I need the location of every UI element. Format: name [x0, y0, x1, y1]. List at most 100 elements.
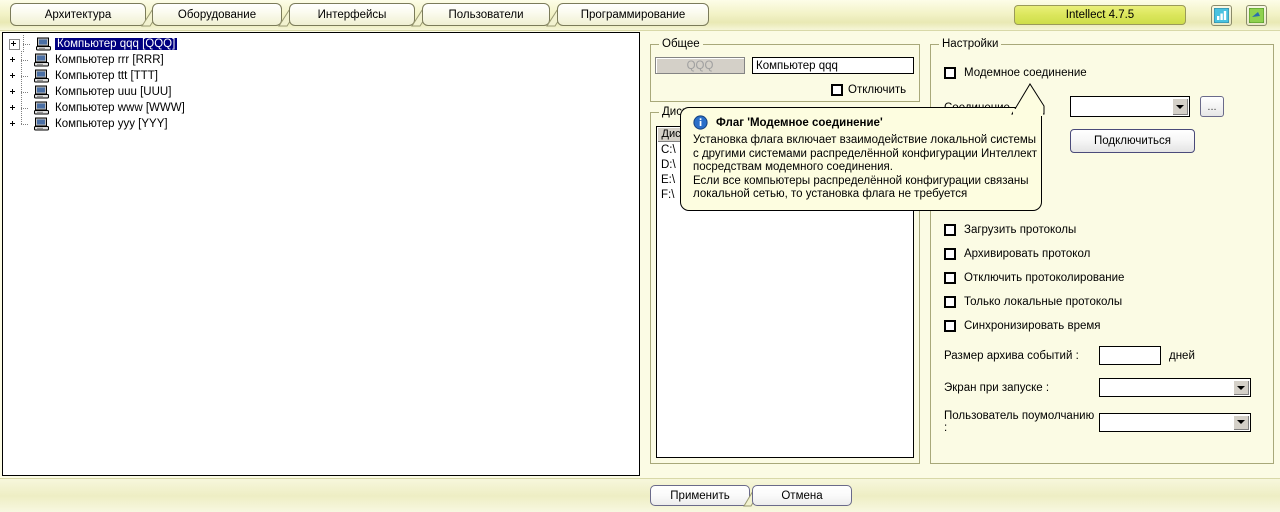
archive-size-input[interactable]	[1099, 346, 1161, 365]
tree-item-computer-uuu[interactable]: Компьютер uuu [UUU]	[3, 83, 639, 100]
computer-name-input[interactable]: Компьютер qqq	[752, 57, 914, 74]
tab-bar: Архитектура Оборудование Интерфейсы Поль…	[0, 0, 1280, 31]
chevron-down-icon[interactable]	[1172, 98, 1188, 115]
local-protocols-only-checkbox[interactable]: Только локальные протоколы	[944, 290, 1124, 314]
disable-logging-checkbox[interactable]: Отключить протоколирование	[944, 266, 1124, 290]
tab-label: Интерфейсы	[317, 8, 387, 21]
browse-button-label: ...	[1207, 100, 1217, 113]
checkbox-box[interactable]	[944, 320, 956, 332]
expand-placeholder	[9, 120, 18, 129]
tree-connector	[21, 83, 34, 100]
tooltip-line: посредствам модемного соединения.	[693, 161, 893, 173]
connect-button-label: Подключиться	[1093, 135, 1171, 147]
tree-item-computer-rrr[interactable]: Компьютер rrr [RRR]	[3, 51, 639, 68]
archive-size-row: Размер архива событий : дней	[944, 346, 1274, 365]
chevron-down-icon[interactable]	[1233, 414, 1249, 430]
computer-icon	[34, 101, 49, 115]
checkbox-box[interactable]	[944, 67, 956, 79]
checkbox-label: Загрузить протоколы	[964, 224, 1077, 236]
tab-programming[interactable]: Программирование	[557, 3, 709, 26]
tooltip-header: Флаг 'Модемное соединение'	[693, 115, 1031, 130]
tooltip-pointer	[1011, 83, 1045, 116]
computer-icon	[34, 69, 49, 83]
chart-icon	[1214, 8, 1229, 23]
tab-label: Оборудование	[177, 8, 257, 21]
footer-bar: Применить Отмена	[0, 478, 1280, 512]
tooltip-line: Если все компьютеры распределённой конфи…	[693, 174, 1029, 187]
tab-architecture[interactable]: Архитектура	[10, 3, 146, 26]
tree-connector	[21, 115, 34, 132]
sync-time-checkbox[interactable]: Синхронизировать время	[944, 314, 1124, 338]
startup-screen-combo[interactable]	[1099, 378, 1251, 397]
checkbox-label: Только локальные протоколы	[964, 296, 1123, 308]
computer-id-value: QQQ	[686, 59, 714, 72]
tree-item-label: Компьютер yyy [YYY]	[55, 118, 168, 130]
check-arrow-icon	[1249, 8, 1264, 23]
modem-connection-checkbox[interactable]: Модемное соединение	[944, 67, 1087, 79]
browse-button[interactable]: ...	[1200, 96, 1224, 117]
computer-icon	[34, 117, 49, 131]
tree-item-computer-www[interactable]: Компьютер www [WWW]	[3, 99, 639, 116]
checkbox-box[interactable]	[944, 296, 956, 308]
chart-icon-button[interactable]	[1211, 5, 1232, 26]
apply-button-label: Применить	[670, 489, 730, 502]
expand-placeholder	[9, 88, 18, 97]
general-group-title: Общее	[659, 38, 703, 50]
tree-item-label: Компьютер www [WWW]	[55, 102, 185, 114]
computer-name-value: Компьютер qqq	[756, 59, 838, 72]
tree-item-label: Компьютер qqq [QQQ]	[55, 38, 178, 50]
disable-checkbox-label: Отключить	[848, 84, 907, 96]
disable-checkbox[interactable]: Отключить	[831, 84, 906, 96]
tab-equipment[interactable]: Оборудование	[152, 3, 282, 26]
checkbox-box[interactable]	[944, 248, 956, 260]
tooltip-body: Установка флага включает взаимодействие …	[693, 134, 1037, 202]
tab-label: Программирование	[580, 8, 686, 21]
connection-combo[interactable]	[1070, 96, 1190, 117]
tree-connector	[21, 51, 34, 68]
info-icon	[693, 115, 708, 130]
tree-item-label: Компьютер uuu [UUU]	[55, 86, 172, 98]
startup-screen-label: Экран при запуске :	[944, 381, 1050, 394]
tooltip-title: Флаг 'Модемное соединение'	[716, 116, 883, 129]
default-user-combo[interactable]	[1099, 412, 1251, 432]
connect-button[interactable]: Подключиться	[1070, 129, 1195, 153]
tab-users[interactable]: Пользователи	[422, 3, 550, 26]
default-user-label: Пользователь поумолчанию :	[944, 410, 1095, 434]
tooltip-line: с другими системами распределённой конфи…	[693, 147, 1037, 160]
tree-connector	[23, 35, 36, 52]
checkbox-box[interactable]	[944, 224, 956, 236]
startup-screen-row: Экран при запуске :	[944, 378, 1274, 397]
tree-connector	[21, 99, 34, 116]
checkbox-label: Синхронизировать время	[964, 320, 1101, 332]
tab-interfaces[interactable]: Интерфейсы	[289, 3, 415, 26]
version-label: Intellect 4.7.5	[1065, 9, 1135, 21]
checkbox-box[interactable]	[831, 84, 843, 96]
default-user-row: Пользователь поумолчанию :	[944, 410, 1274, 434]
chevron-down-icon[interactable]	[1233, 380, 1249, 395]
expand-icon[interactable]	[9, 38, 20, 50]
checkbox-label: Отключить протоколирование	[964, 272, 1125, 284]
archive-size-label: Размер архива событий :	[944, 349, 1079, 362]
load-protocols-checkbox[interactable]: Загрузить протоколы	[944, 218, 1124, 242]
tree-item-label: Компьютер ttt [TTT]	[55, 70, 158, 82]
tree-item-computer-qqq[interactable]: Компьютер qqq [QQQ]	[3, 35, 639, 52]
tree-connector	[21, 67, 34, 84]
computer-id-field: QQQ	[655, 57, 745, 74]
tree-item-computer-yyy[interactable]: Компьютер yyy [YYY]	[3, 115, 639, 132]
tooltip-line: Установка флага включает взаимодействие …	[693, 134, 1037, 146]
computer-icon	[36, 37, 51, 51]
expand-placeholder	[9, 104, 18, 113]
apply-icon-button[interactable]	[1246, 5, 1267, 26]
archive-protocol-checkbox[interactable]: Архивировать протокол	[944, 242, 1124, 266]
tree-item-computer-ttt[interactable]: Компьютер ttt [TTT]	[3, 67, 639, 84]
checkbox-box[interactable]	[944, 272, 956, 284]
checkbox-label: Архивировать протокол	[964, 248, 1091, 260]
cancel-button[interactable]: Отмена	[752, 485, 852, 506]
tree-item-label: Компьютер rrr [RRR]	[55, 54, 164, 66]
tab-label: Пользователи	[448, 8, 524, 21]
apply-button[interactable]: Применить	[650, 485, 750, 506]
architecture-tree[interactable]: Компьютер qqq [QQQ] Компьютер rrr [RRR]	[2, 32, 640, 476]
tooltip: Флаг 'Модемное соединение' Установка фла…	[680, 107, 1042, 211]
settings-checkbox-list: Загрузить протоколы Архивировать протоко…	[944, 218, 1124, 338]
tooltip-line: локальной сетью, то установка флага не т…	[693, 188, 968, 200]
